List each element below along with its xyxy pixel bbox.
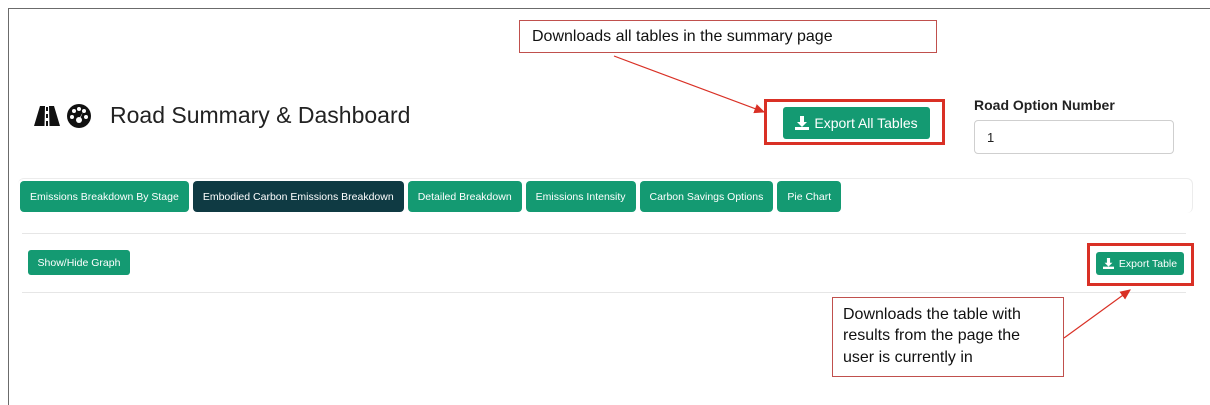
callout-line: user is currently in [843,348,973,366]
callout-line: Downloads the table with [843,306,1021,323]
road-option-label: Road Option Number [974,97,1115,113]
tab-emissions-breakdown-by-stage[interactable]: Emissions Breakdown By Stage [20,181,189,212]
road-option-input[interactable] [974,120,1174,154]
tab-bar: Emissions Breakdown By Stage Embodied Ca… [20,181,842,212]
export-all-callout: Downloads all tables in the summary page [519,20,937,53]
export-table-callout: Downloads the table with results from th… [832,297,1064,377]
show-hide-graph-button[interactable]: Show/Hide Graph [28,250,130,275]
tab-carbon-savings-options[interactable]: Carbon Savings Options [639,181,774,212]
road-icon [34,105,60,127]
tab-emissions-intensity[interactable]: Emissions Intensity [525,181,636,212]
export-table-highlight-box [1087,243,1194,286]
export-all-highlight-box [764,99,945,145]
callout-line: results from the page the [843,327,1020,345]
content-panel [22,233,1186,293]
dashboard-gauge-icon [66,103,92,128]
page-title: Road Summary & Dashboard [110,102,411,128]
tab-detailed-breakdown[interactable]: Detailed Breakdown [407,181,522,212]
tab-embodied-carbon-emissions-breakdown[interactable]: Embodied Carbon Emissions Breakdown [192,181,404,212]
page-header: Road Summary & Dashboard [34,102,410,129]
tab-pie-chart[interactable]: Pie Chart [777,181,842,212]
